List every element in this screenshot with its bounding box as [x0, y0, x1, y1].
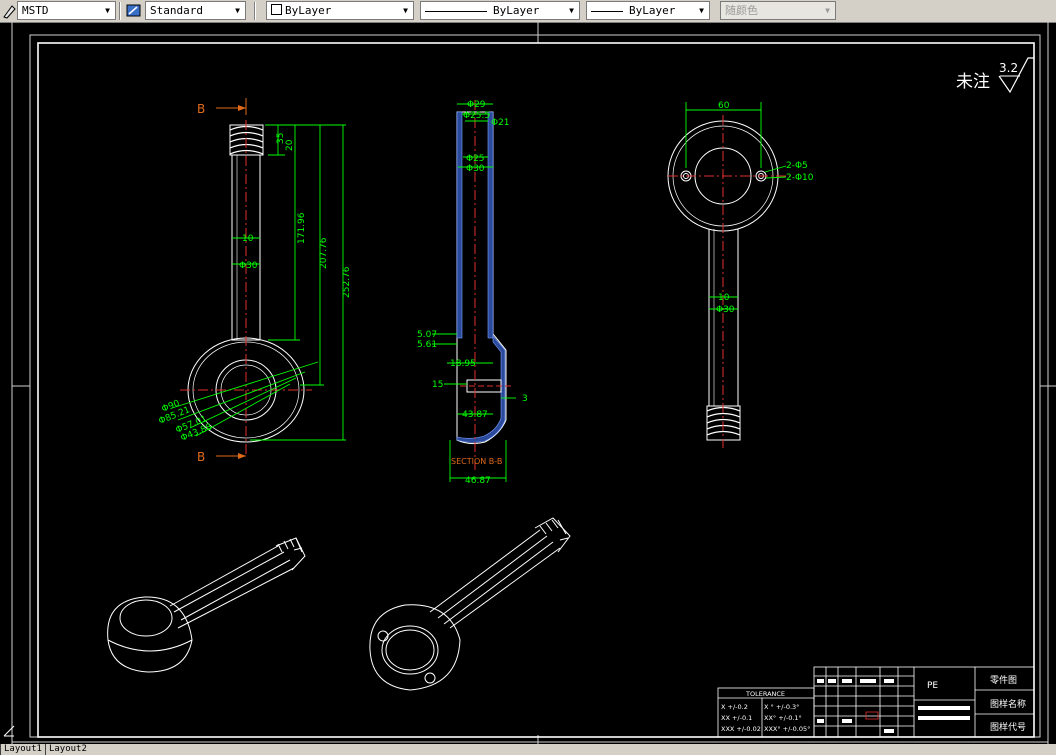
tolerance-xx: XX +/-0.1 [721, 714, 752, 722]
tolerance-angle-2: XX° +/-0.1° [764, 714, 802, 722]
dim-side-60: 60 [718, 101, 730, 111]
title-drawing-name: 图样名称 [990, 698, 1026, 710]
layout-tab-bar: Layout1 Layout2 [0, 744, 1056, 755]
dim-front-phi30: Φ30 [239, 261, 258, 271]
section-mark-top: B [197, 102, 205, 116]
roughness-value: 3.2 [999, 61, 1018, 75]
dim-section-18-95: 18.95 [450, 359, 476, 369]
dimension-style-select[interactable]: Standard ▼ [145, 1, 246, 20]
dim-side-hole10: 2-Φ10 [786, 173, 814, 183]
chevron-down-icon[interactable]: ▼ [398, 2, 413, 19]
chevron-down-icon[interactable]: ▼ [100, 2, 115, 19]
dim-section-3: 3 [522, 394, 528, 404]
chevron-down-icon[interactable]: ▼ [820, 2, 835, 19]
text-style-select[interactable]: MSTD ▼ [17, 1, 116, 20]
isometric-view-left [107, 537, 306, 673]
dim-front-171: 171.96 [297, 212, 307, 244]
section-mark-bottom: B [197, 450, 205, 464]
dim-section-5-61: 5.61 [417, 340, 437, 350]
dim-front-20: 20 [285, 139, 295, 151]
roughness-note: 未注 [956, 72, 990, 92]
dim-side-10: 10 [718, 293, 730, 303]
dimension-style-icon[interactable] [125, 2, 143, 20]
tolerance-angle-3: XXX° +/-0.05° [764, 725, 810, 733]
section-label: SECTION B-B [451, 457, 502, 466]
section-view: Φ29 Φ25.5 Φ21 Φ25 Φ30 5.07 5.61 18.95 15… [417, 100, 528, 486]
lineweight-select[interactable]: ByLayer ▼ [586, 1, 710, 20]
dim-front-phi10: 10 [242, 234, 254, 244]
linetype-select[interactable]: ByLayer ▼ [420, 1, 580, 20]
dim-section-phi21: Φ21 [491, 118, 510, 128]
chevron-down-icon[interactable]: ▼ [694, 2, 709, 19]
dim-section-43-87: 43.87 [462, 410, 488, 420]
dim-section-phi29: Φ29 [467, 100, 486, 110]
tolerance-header: TOLERANCE [745, 690, 785, 698]
title-part-type: 零件图 [990, 674, 1017, 686]
outer-frame [29, 34, 1041, 738]
lineweight-sample-icon [591, 10, 623, 12]
title-red-mark [865, 711, 879, 720]
tolerance-x: X +/-0.2 [721, 703, 748, 711]
dim-section-5-07: 5.07 [417, 330, 437, 340]
chevron-down-icon[interactable]: ▼ [230, 2, 245, 19]
plot-style-select[interactable]: 随颜色 ▼ [720, 1, 836, 20]
roughness-symbol: 未注 3.2 [956, 57, 1034, 94]
dim-front-252: 252.76 [342, 266, 352, 298]
front-view: B B 35 20 171.96 207.76 252.76 10 Φ30 Φ9… [157, 98, 352, 464]
dim-side-hole5: 2-Φ5 [786, 161, 808, 171]
toolbar-separator [254, 2, 256, 20]
side-view: 60 2-Φ5 2-Φ10 10 Φ30 [667, 101, 814, 448]
tab-layout1[interactable]: Layout1 [0, 744, 45, 755]
dim-section-phi25-5: Φ25.5 [463, 111, 490, 121]
chevron-down-icon[interactable]: ▼ [564, 2, 579, 19]
dim-side-phi30: Φ30 [716, 305, 735, 315]
color-select[interactable]: ByLayer ▼ [266, 1, 414, 20]
tolerance-angle-1: X ° +/-0.3° [764, 703, 799, 711]
dim-section-phi30: Φ30 [466, 164, 485, 174]
dim-section-phi25: Φ25 [466, 154, 485, 164]
dim-section-46-87: 46.87 [465, 476, 491, 486]
isometric-view-right [369, 517, 571, 691]
dim-front-207: 207.76 [319, 237, 329, 269]
tab-layout2[interactable]: Layout2 [44, 744, 90, 755]
properties-toolbar: MSTD ▼ Standard ▼ ByLayer ▼ ByLayer ▼ By… [0, 0, 1056, 23]
toolbar-separator [119, 2, 121, 20]
dim-section-15: 15 [432, 380, 443, 390]
title-material: PE [927, 681, 938, 691]
tolerance-xxx: XXX +/-0.02 [721, 725, 761, 733]
linetype-sample-icon [425, 10, 487, 12]
drawing-canvas[interactable]: 未注 3.2 B B 35 20 171.96 207.76 252.76 10… [0, 22, 1056, 744]
color-swatch-icon [271, 4, 282, 15]
title-drawing-code: 图样代号 [990, 721, 1026, 733]
